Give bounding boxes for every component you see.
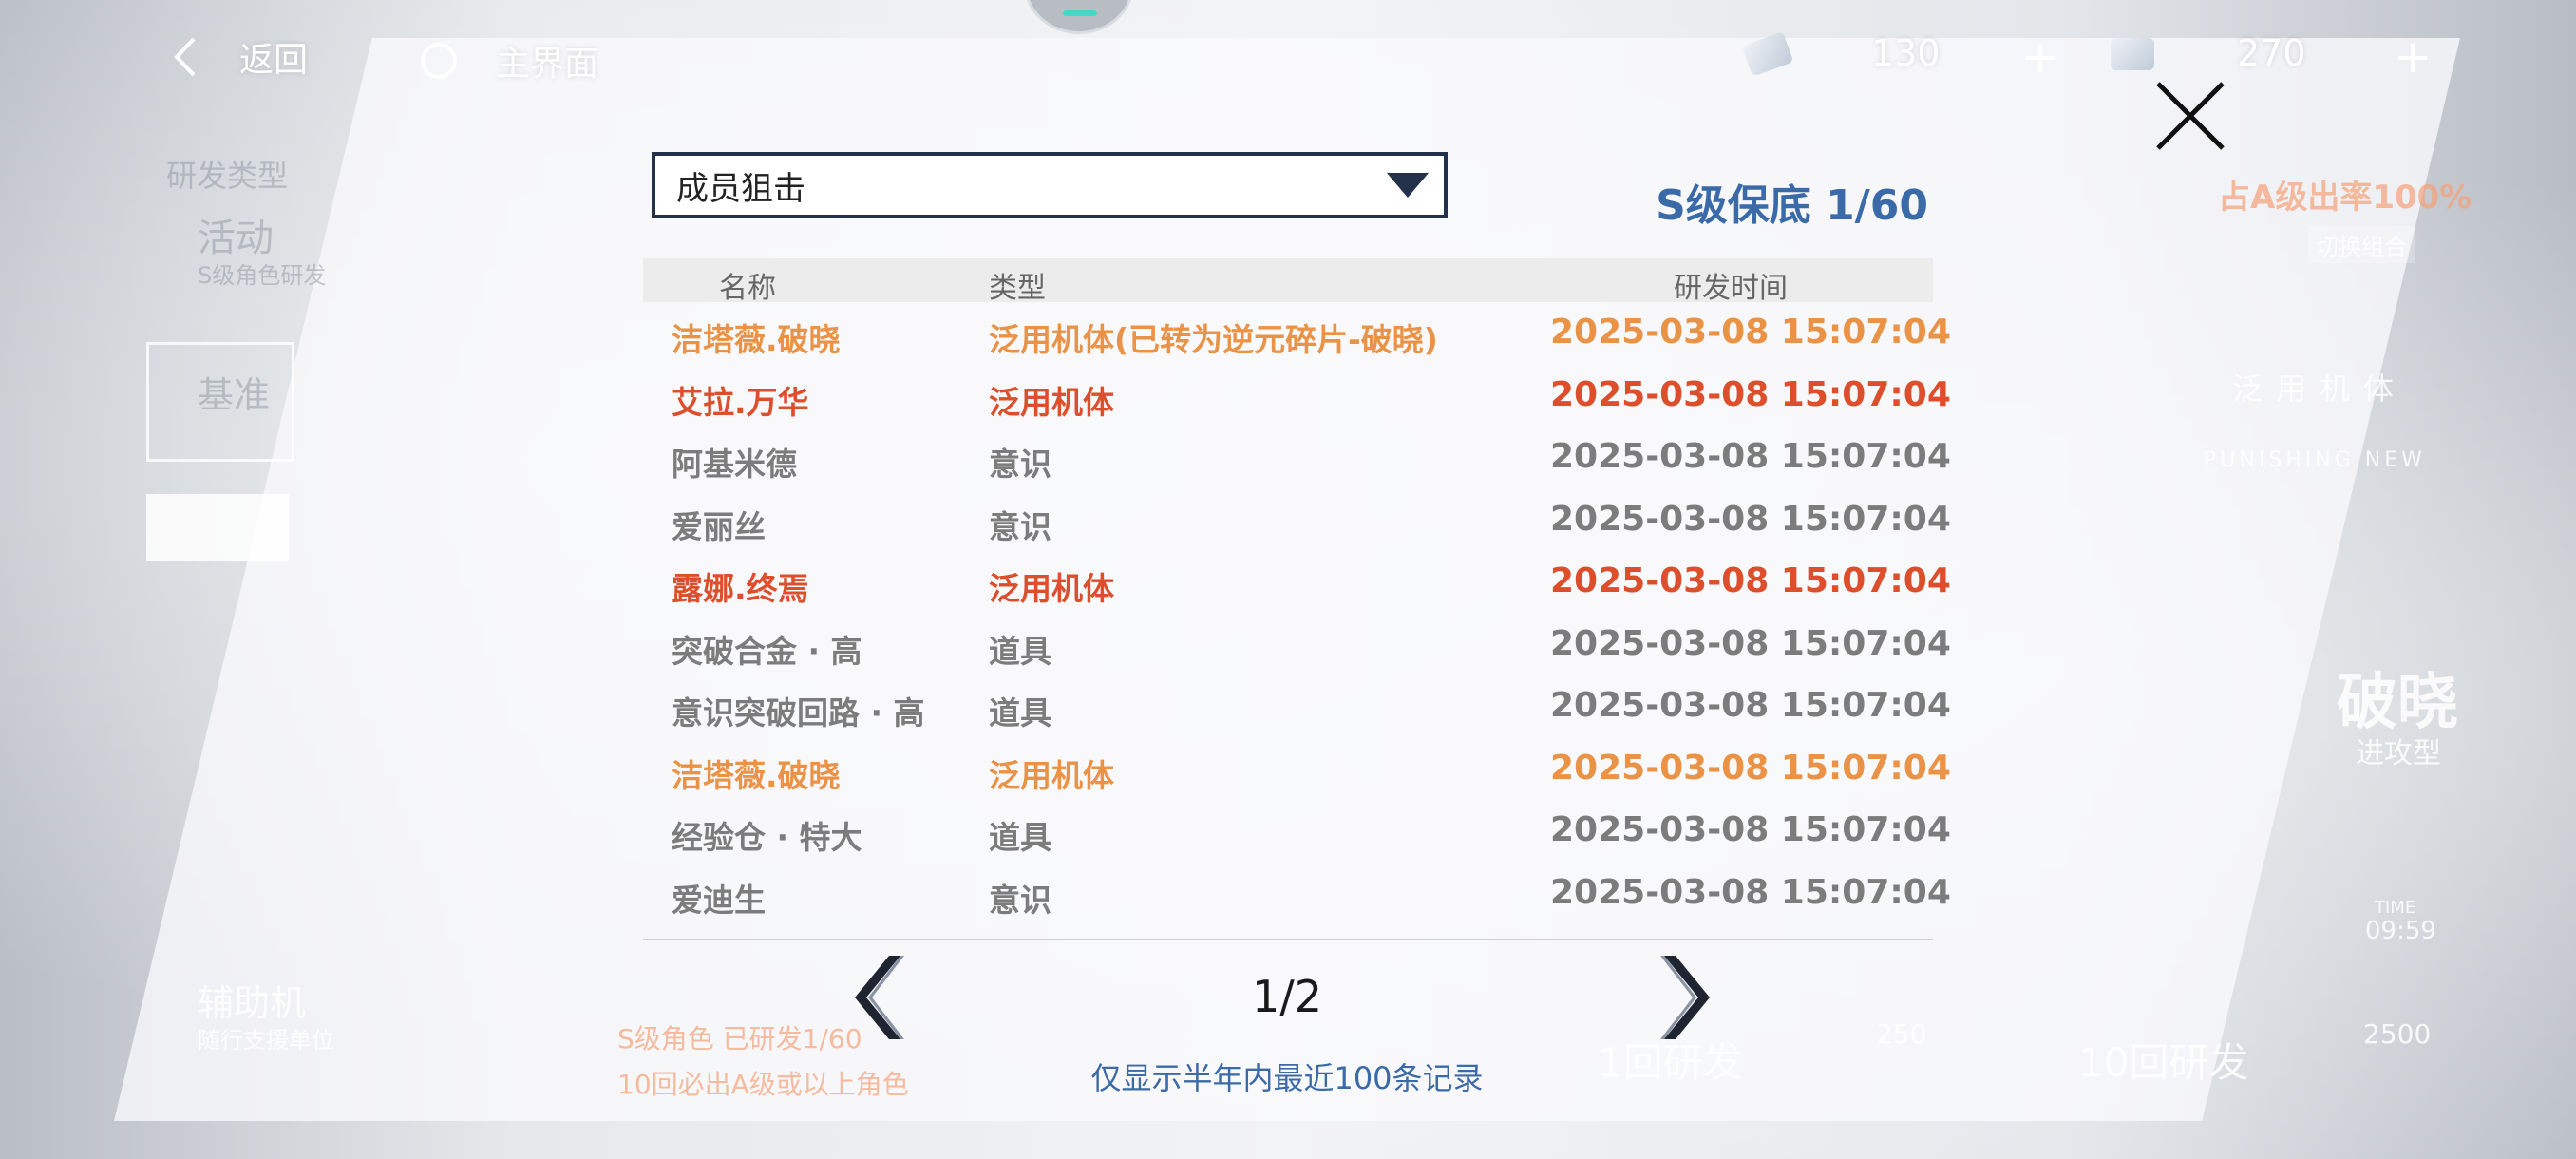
row-name: 爱丽丝 xyxy=(672,507,766,545)
bg-char-sub: 进攻型 xyxy=(2356,737,2441,770)
bg-draw1-cost: 250 xyxy=(1876,1018,1927,1050)
table-row: 艾拉.万华 泛用机体 2025-03-08 15:07:04 xyxy=(643,365,1951,428)
chevron-left-icon xyxy=(855,956,904,1039)
table-row: 突破合金 · 高 道具 2025-03-08 15:07:04 xyxy=(643,614,1951,676)
bg-guarantee-sub: 10回必出A级或以上角色 xyxy=(617,1069,909,1100)
bg-standard-label: 基准 xyxy=(198,374,271,416)
prev-page-button[interactable] xyxy=(855,952,912,1043)
row-name: 洁塔薇.破晓 xyxy=(672,321,841,358)
home-circle-icon xyxy=(421,43,457,79)
row-name: 意识突破回路 · 高 xyxy=(672,694,925,732)
row-type: 意识 xyxy=(989,446,1051,483)
pool-select-dropdown[interactable]: 成员狙击 xyxy=(652,152,1448,218)
chevron-left-icon xyxy=(174,37,196,77)
row-time: 2025-03-08 15:07:04 xyxy=(1550,623,1951,663)
bg-draw10-label: 10回研发 xyxy=(2078,1039,2249,1086)
row-name: 阿基米德 xyxy=(672,446,797,483)
row-type: 意识 xyxy=(989,881,1051,919)
home-label: 主界面 xyxy=(496,45,599,84)
table-divider xyxy=(643,939,1933,940)
table-row: 经验仓 · 特大 道具 2025-03-08 15:07:04 xyxy=(643,800,1951,863)
bg-support-label: 辅助机 xyxy=(198,982,307,1024)
resource1-value: 130 xyxy=(1871,32,1941,74)
table-header: 名称 类型 研发时间 xyxy=(643,258,1933,305)
header-time: 研发时间 xyxy=(1674,272,1788,305)
bg-switch-label: 切换组合 xyxy=(2308,226,2415,263)
home-button[interactable]: 主界面 xyxy=(418,36,598,86)
resource2-icon xyxy=(2111,38,2154,70)
bg-support-sub: 随行支援单位 xyxy=(198,1027,334,1054)
bg-section-label: 研发类型 xyxy=(166,158,289,194)
row-name: 艾拉.万华 xyxy=(672,383,809,421)
bg-activity-sub: S级角色研发 xyxy=(198,262,327,289)
resource2-add-button[interactable]: + xyxy=(2394,34,2432,80)
row-time: 2025-03-08 15:07:04 xyxy=(1550,499,1951,539)
row-type: 意识 xyxy=(989,507,1051,545)
bg-char-label: 破晓 xyxy=(2337,668,2458,738)
row-type: 泛用机体 xyxy=(989,756,1114,794)
pity-counter: S级保底 1/60 xyxy=(1656,181,1928,230)
page-indicator: 1/2 xyxy=(1251,971,1323,1022)
row-type: 泛用机体 xyxy=(989,383,1114,421)
bg-guarantee-label: S级角色 已研发1/60 xyxy=(617,1023,862,1054)
resource2-value: 270 xyxy=(2237,32,2306,74)
back-button[interactable]: 返回 xyxy=(167,32,308,82)
row-time: 2025-03-08 15:07:04 xyxy=(1550,313,1951,352)
table-row: 阿基米德 意识 2025-03-08 15:07:04 xyxy=(643,427,1951,489)
bg-activity-label: 活动 xyxy=(198,217,274,260)
row-time: 2025-03-08 15:07:04 xyxy=(1550,748,1951,788)
header-name: 名称 xyxy=(719,272,776,305)
table-row: 洁塔薇.破晓 泛用机体 2025-03-08 15:07:04 xyxy=(643,738,1951,801)
back-label: 返回 xyxy=(239,41,309,80)
row-time: 2025-03-08 15:07:04 xyxy=(1550,561,1951,600)
row-type: 道具 xyxy=(989,632,1051,670)
table-row: 爱迪生 意识 2025-03-08 15:07:04 xyxy=(643,863,1951,925)
bg-universal-label: 泛用机体 xyxy=(2232,370,2408,407)
history-note: 仅显示半年内最近100条记录 xyxy=(1090,1060,1484,1096)
close-icon xyxy=(2156,82,2225,150)
table-body: 洁塔薇.破晓 泛用机体(已转为逆元碎片-破晓) 2025-03-08 15:07:0… xyxy=(643,302,1951,925)
header-type: 类型 xyxy=(989,272,1046,305)
chevron-right-icon xyxy=(1660,956,1710,1039)
row-name: 露娜.终焉 xyxy=(672,570,809,607)
table-row: 露娜.终焉 泛用机体 2025-03-08 15:07:04 xyxy=(643,551,1951,614)
row-type: 泛用机体(已转为逆元碎片-破晓) xyxy=(989,321,1438,358)
row-name: 洁塔薇.破晓 xyxy=(672,756,841,794)
row-time: 2025-03-08 15:07:04 xyxy=(1550,872,1951,912)
close-button[interactable] xyxy=(2152,78,2228,154)
resource1-add-button[interactable]: + xyxy=(2021,34,2059,80)
pool-select-value: 成员狙击 xyxy=(676,169,805,208)
row-name: 经验仓 · 特大 xyxy=(672,819,862,856)
bg-brand-label: PUNISHING NEW xyxy=(2204,448,2426,472)
caret-down-icon xyxy=(1387,173,1429,198)
bg-draw10-cost: 2500 xyxy=(2363,1018,2432,1050)
next-page-button[interactable] xyxy=(1653,952,1710,1043)
row-type: 道具 xyxy=(989,694,1051,732)
table-row: 爱丽丝 意识 2025-03-08 15:07:04 xyxy=(643,489,1951,552)
table-row: 洁塔薇.破晓 泛用机体(已转为逆元碎片-破晓) 2025-03-08 15:07:0… xyxy=(643,302,1951,365)
row-name: 突破合金 · 高 xyxy=(672,632,862,670)
bg-tab-block xyxy=(146,494,289,560)
bg-rate-label: 占A级出率100% xyxy=(2218,179,2472,217)
row-time: 2025-03-08 15:07:04 xyxy=(1550,374,1951,414)
row-time: 2025-03-08 15:07:04 xyxy=(1550,810,1951,849)
row-type: 泛用机体 xyxy=(989,570,1114,607)
row-type: 道具 xyxy=(989,819,1051,856)
bg-timer-value: 09:59 xyxy=(2365,917,2436,945)
history-table: 名称 类型 研发时间 洁塔薇.破晓 泛用机体(已转为逆元碎片-破晓) 2025-03… xyxy=(643,258,1951,925)
row-time: 2025-03-08 15:07:04 xyxy=(1550,686,1951,725)
row-name: 爱迪生 xyxy=(672,881,766,919)
bg-timer-label: TIME xyxy=(2375,898,2416,918)
table-row: 意识突破回路 · 高 道具 2025-03-08 15:07:04 xyxy=(643,675,1951,738)
row-time: 2025-03-08 15:07:04 xyxy=(1550,437,1951,476)
